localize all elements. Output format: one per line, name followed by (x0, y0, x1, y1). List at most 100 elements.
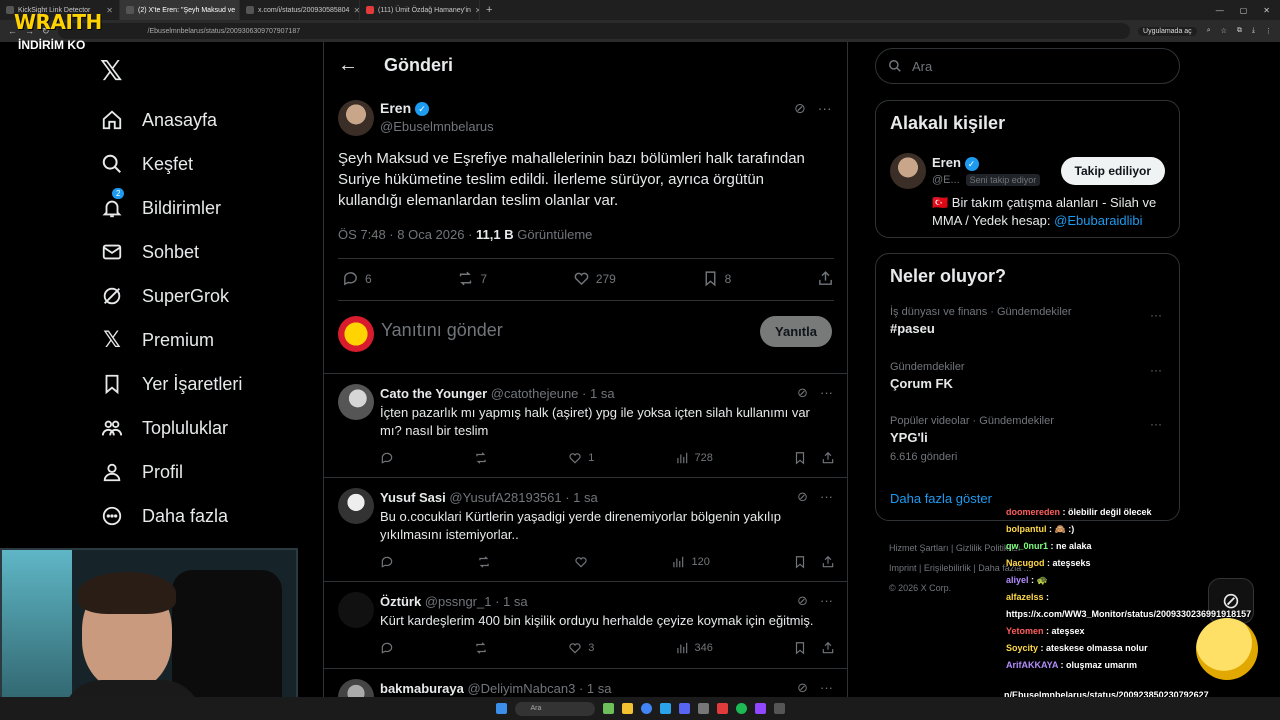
more-options-icon[interactable]: ··· (1150, 417, 1162, 431)
more-options-icon[interactable]: ··· (818, 100, 832, 117)
extensions-icon[interactable]: ⧉ (1237, 27, 1242, 35)
footer-link[interactable]: Erişilebilirlik (924, 563, 971, 573)
more-options-icon[interactable]: ··· (820, 489, 833, 505)
star-icon[interactable]: ☆ (1221, 27, 1227, 35)
trend-item[interactable]: İş dünyası ve finans · Gündemdekiler #pa… (890, 306, 1170, 336)
sidebar-item-premium[interactable]: 𝕏 Premium (100, 318, 300, 362)
app-icon[interactable] (754, 703, 766, 714)
sidebar-item-notifications[interactable]: 2 Bildirimler (100, 186, 300, 230)
show-more-link[interactable]: Daha fazla göster (890, 491, 992, 506)
share-icon[interactable] (821, 451, 835, 465)
chrome-icon[interactable] (640, 703, 652, 714)
sidebar-item-profile[interactable]: Profil (100, 450, 300, 494)
grok-icon[interactable]: ⊘ (794, 100, 806, 117)
tweet-author-handle[interactable]: @Ebuselmnbelarus (380, 119, 494, 134)
reply-button[interactable]: 6 (342, 270, 372, 287)
app-icon[interactable] (773, 703, 785, 714)
taskbar-search[interactable]: Ara (514, 701, 595, 716)
more-options-icon[interactable]: ··· (1150, 308, 1162, 322)
close-window-icon[interactable]: ✕ (1263, 6, 1270, 15)
discord-icon[interactable] (678, 703, 690, 714)
views-button[interactable]: 346 (675, 641, 713, 655)
share-button[interactable] (817, 270, 834, 287)
retweet-button[interactable] (474, 641, 488, 655)
reply-button[interactable] (380, 641, 394, 655)
bookmark-icon[interactable] (793, 555, 807, 569)
following-button[interactable]: Takip ediliyor (1060, 157, 1165, 185)
explorer-icon[interactable] (621, 703, 633, 714)
x-logo-icon[interactable]: 𝕏 (100, 54, 123, 87)
reply-button[interactable] (380, 555, 394, 569)
grok-icon[interactable]: ⊘ (797, 385, 808, 401)
footer-link[interactable]: Imprint (889, 563, 917, 573)
share-icon[interactable] (821, 555, 835, 569)
like-button[interactable]: 279 (573, 270, 616, 287)
reply-item[interactable]: Cato the Younger @catothejeune · 1 sa ⊘ ·… (324, 374, 847, 477)
start-icon[interactable] (495, 703, 507, 714)
edge-icon[interactable] (659, 703, 671, 714)
retweet-button[interactable] (474, 451, 488, 465)
close-tab-icon[interactable]: ✕ (106, 6, 113, 15)
grok-icon[interactable]: ⊘ (797, 680, 808, 696)
avatar[interactable] (890, 153, 926, 189)
grok-icon[interactable]: ⊘ (797, 489, 808, 505)
views-button[interactable]: 120 (671, 555, 710, 569)
retweet-button[interactable] (477, 555, 491, 569)
maximize-icon[interactable]: ▢ (1240, 6, 1248, 15)
reply-button[interactable] (380, 451, 394, 465)
avatar[interactable] (338, 100, 374, 136)
more-options-icon[interactable]: ··· (1150, 363, 1162, 377)
reply-submit-button[interactable]: Yanıtla (760, 316, 832, 347)
views-button[interactable]: 728 (675, 451, 713, 465)
like-button[interactable] (574, 555, 588, 569)
more-options-icon[interactable]: ··· (820, 593, 833, 609)
tweet-author-name[interactable]: Eren ✓ (380, 100, 430, 117)
footer-link[interactable]: Hizmet Şartları (889, 543, 949, 553)
sidebar-item-supergrok[interactable]: SuperGrok (100, 274, 300, 318)
app-icon[interactable] (697, 703, 709, 714)
sidebar-item-bookmarks[interactable]: Yer İşaretleri (100, 362, 300, 406)
spotify-icon[interactable] (735, 703, 747, 714)
retweet-button[interactable]: 7 (457, 270, 487, 287)
reply-item[interactable]: bakmaburaya @DeliyimNabcan3 · 1 sa ⊘ ··· (324, 669, 847, 697)
back-arrow-icon[interactable]: ← (338, 54, 358, 77)
footer-link[interactable]: Gizlilik (956, 543, 982, 553)
trend-item[interactable]: Popüler videolar · Gündemdekiler YPG'li … (890, 415, 1170, 463)
bookmark-button[interactable]: 8 (702, 270, 731, 287)
sidebar-item-more[interactable]: Daha fazla (100, 494, 300, 538)
avatar[interactable] (338, 679, 374, 697)
browser-tab[interactable]: (2) X'te Eren: "Şeyh Maksud ve✕ (120, 0, 240, 20)
new-tab-button[interactable]: + (480, 4, 498, 16)
grok-icon[interactable]: ⊘ (797, 593, 808, 609)
more-options-icon[interactable]: ··· (820, 680, 833, 696)
minimize-icon[interactable]: — (1216, 6, 1224, 15)
zoom-icon[interactable]: ⌕ (1207, 27, 1211, 35)
browser-tab[interactable]: (111) Ümit Özdağ Hamaney'in✕ (360, 0, 480, 20)
reply-input[interactable]: Yanıtını gönder (381, 320, 503, 341)
reply-item[interactable]: Öztürk @pssngr_1 · 1 sa ⊘ ··· Kürt kardeş… (324, 582, 847, 668)
sidebar-item-chat[interactable]: Sohbet (100, 230, 300, 274)
share-icon[interactable] (821, 641, 835, 655)
bookmark-icon[interactable] (793, 451, 807, 465)
search-input[interactable]: Ara (875, 48, 1180, 84)
related-person-name[interactable]: Eren ✓ (932, 155, 979, 171)
browser-tab[interactable]: x.com/i/status/200930585804 ✕ (240, 0, 360, 20)
menu-icon[interactable]: ⋮ (1265, 27, 1272, 35)
trend-item[interactable]: Gündemdekiler Çorum FK ··· (890, 361, 1170, 391)
widget-icon[interactable] (602, 703, 614, 714)
avatar[interactable] (338, 384, 374, 420)
avatar[interactable] (338, 488, 374, 524)
url-field[interactable]: /Ebuselmnbelarus/status/2009306309707907… (57, 23, 1131, 39)
bookmark-icon[interactable] (793, 641, 807, 655)
sidebar-item-home[interactable]: Anasayfa (100, 98, 300, 142)
reply-item[interactable]: Yusuf Sasi @YusufA28193561 · 1 sa ⊘ ··· B… (324, 478, 847, 581)
sidebar-item-communities[interactable]: Topluluklar (100, 406, 300, 450)
open-in-app-button[interactable]: Uygulamada aç (1138, 26, 1197, 36)
tweet-timestamp[interactable]: ÖS 7:48 · 8 Oca 2026 · (338, 227, 472, 242)
sidebar-item-explore[interactable]: Keşfet (100, 142, 300, 186)
download-icon[interactable]: ⤓ (1252, 27, 1255, 35)
like-button[interactable]: 1 (568, 451, 594, 465)
bio-link[interactable]: @Ebubaraidlibi (1054, 213, 1142, 228)
app-icon[interactable] (716, 703, 728, 714)
like-button[interactable]: 3 (568, 641, 594, 655)
